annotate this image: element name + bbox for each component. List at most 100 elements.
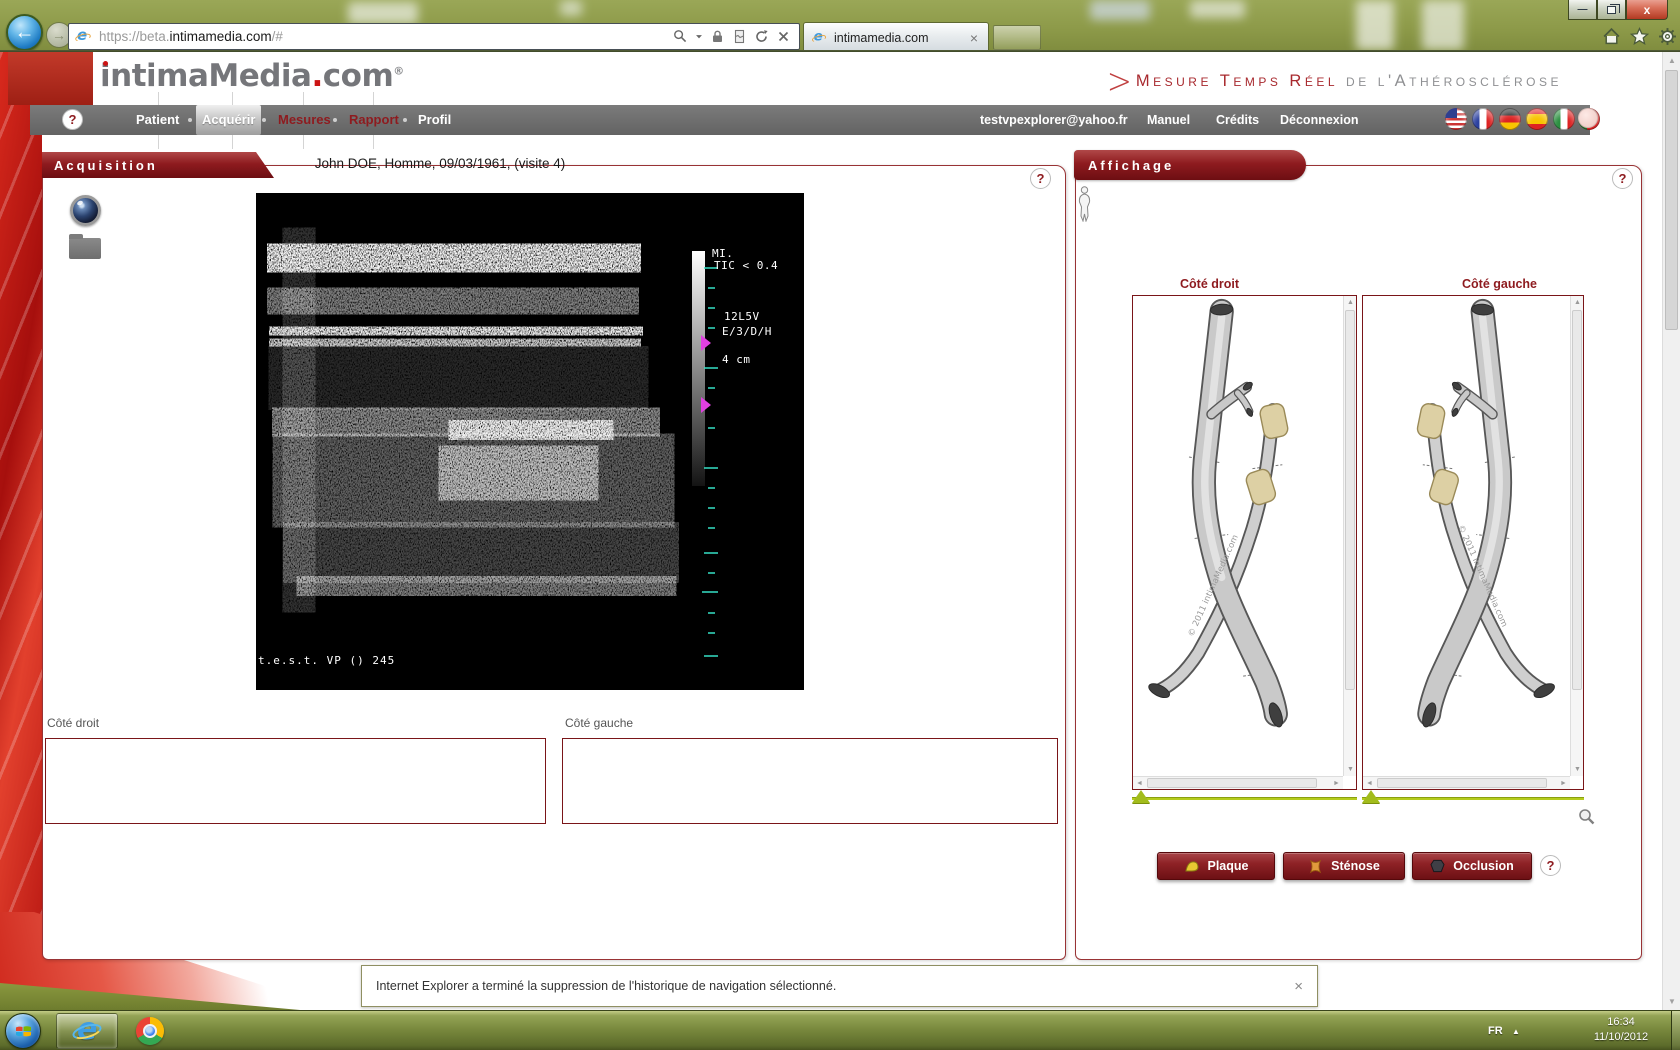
us-probe-label: 12L5V [724,310,760,323]
acq-cote-gauche-list[interactable] [562,738,1058,824]
zoom-slider-left[interactable] [1362,790,1584,806]
scroll-down-icon[interactable]: ▼ [1665,995,1679,1008]
new-tab-button[interactable] [993,25,1041,50]
notification-message: Internet Explorer a terminé la suppressi… [376,979,1294,993]
carotid-diagram-right[interactable]: © 2011 intimaMedia.com ▲ ▼ ◄ ► [1132,295,1357,790]
nav-item-rapport[interactable]: Rapport [343,105,405,135]
scroll-up-icon[interactable]: ▲ [1571,296,1584,309]
clock-time: 16:34 [1588,1015,1654,1030]
refresh-icon[interactable] [754,29,769,44]
ultrasound-image[interactable]: MI. TIC < 0.4 12L5V E/3/D/H 4 cm t.e.s.t… [256,193,804,690]
user-email[interactable]: testvpexplorer@yahoo.fr [980,105,1128,135]
nav-dot [188,118,192,122]
nav-item-deconnexion[interactable]: Déconnexion [1280,105,1359,135]
favorites-star-icon[interactable] [1630,27,1649,46]
address-bar[interactable]: e https://beta.intimamedia.com/# [68,23,800,50]
flag-es-icon[interactable] [1526,108,1548,130]
scrollbar-thumb[interactable] [1345,310,1355,690]
nav-item-manuel[interactable]: Manuel [1147,105,1190,135]
slider-handle[interactable] [1132,790,1150,803]
nav-item-mesures[interactable]: Mesures [272,105,337,135]
show-desktop-button[interactable] [1671,1011,1680,1050]
settings-gear-icon[interactable] [1658,27,1677,46]
scrollbar-thumb[interactable] [1377,778,1547,788]
scroll-right-icon[interactable]: ► [1330,777,1343,790]
page-viewport: intimaMedia.com® > Mesure Temps Réel de … [0,52,1680,1010]
scrollbar-thumb[interactable] [1665,70,1678,330]
acq-cote-droit-label: Côté droit [47,716,99,730]
tray-language[interactable]: FR [1488,1011,1503,1050]
tagline-chevron-icon: > [1107,61,1132,103]
tab-close-icon[interactable]: × [967,30,981,46]
browser-back-button[interactable]: ← [6,14,43,51]
flag-it-icon[interactable] [1553,108,1575,130]
taskbar-clock[interactable]: 16:34 11/10/2012 [1588,1015,1654,1045]
notification-close-icon[interactable]: × [1294,978,1303,995]
scrollbar-thumb[interactable] [1572,310,1582,690]
flag-fr-icon[interactable] [1472,108,1494,130]
stop-icon[interactable] [776,29,791,44]
site-tagline: > Mesure Temps Réel de l'Athérosclérose [1107,64,1562,99]
scroll-down-icon[interactable]: ▼ [1571,763,1584,776]
flag-de-icon[interactable] [1499,108,1521,130]
horizontal-scrollbar[interactable]: ◄ ► [1133,776,1343,789]
nav-item-credits[interactable]: Crédits [1216,105,1259,135]
slider-handle[interactable] [1362,790,1380,803]
site-logo[interactable]: intimaMedia.com® [100,58,404,94]
window-close-button[interactable]: x [1626,0,1668,20]
url-text[interactable]: https://beta.intimamedia.com/# [99,29,673,44]
human-figure-icon[interactable] [1076,186,1093,222]
zoom-slider-right[interactable] [1132,790,1357,806]
affichage-panel-tab: Affichage [1074,150,1306,180]
scroll-left-icon[interactable]: ◄ [1133,777,1146,790]
taskbar-ie-button[interactable]: e [56,1013,118,1049]
scroll-right-icon[interactable]: ► [1557,777,1570,790]
camera-capture-button[interactable] [70,195,101,226]
nav-item-patient[interactable]: Patient [130,105,185,135]
start-button[interactable] [5,1013,41,1049]
scrollbar-thumb[interactable] [1147,778,1317,788]
search-dropdown-icon[interactable] [695,29,703,44]
stenose-button[interactable]: Sténose [1283,852,1405,880]
us-tic-label: TIC < 0.4 [714,259,778,272]
occlusion-button[interactable]: Occlusion [1412,852,1532,880]
legend-help-button[interactable]: ? [1540,855,1561,876]
scroll-up-icon[interactable]: ▲ [1344,296,1357,309]
clock-date: 11/10/2012 [1588,1030,1654,1045]
horizontal-scrollbar[interactable]: ◄ ► [1363,776,1570,789]
search-icon[interactable] [673,29,688,44]
home-icon[interactable] [1602,27,1621,46]
scroll-left-icon[interactable]: ◄ [1363,777,1376,790]
restore-icon [1607,6,1616,14]
plaque-icon [1184,859,1200,873]
scroll-down-icon[interactable]: ▼ [1344,763,1357,776]
slider-track[interactable] [1132,797,1357,800]
nav-item-profil[interactable]: Profil [412,105,457,135]
carotid-diagram-left[interactable]: © 2011 intimaMedia.com ▲ ▼ ◄ ► [1362,295,1584,790]
nav-help-button[interactable]: ? [62,109,83,130]
taskbar-chrome-button[interactable] [124,1013,176,1049]
window-restore-button[interactable] [1597,0,1626,20]
plaque-label: Plaque [1208,859,1249,873]
acq-cote-droit-list[interactable] [45,738,546,824]
window-minimize-button[interactable]: — [1568,0,1597,20]
acquisition-help-button[interactable]: ? [1030,168,1051,189]
slider-track[interactable] [1362,797,1584,800]
tray-show-hidden-icons[interactable]: ▲ [1512,1011,1520,1050]
nav-separator-line [303,92,304,106]
logo-text: intimaMedia [100,58,311,94]
page-scrollbar[interactable]: ▲ ▼ [1662,52,1680,1010]
magnifier-icon[interactable] [1578,808,1595,825]
plaque-button[interactable]: Plaque [1157,852,1275,880]
affichage-help-button[interactable]: ? [1612,168,1633,189]
vertical-scrollbar[interactable]: ▲ ▼ [1343,296,1356,776]
browser-tab[interactable]: e intimamedia.com × [803,22,989,52]
compatibility-view-icon[interactable] [732,29,747,44]
vertical-scrollbar[interactable]: ▲ ▼ [1570,296,1583,776]
nav-item-acquerir[interactable]: Acquérir [196,105,261,135]
scroll-up-icon[interactable]: ▲ [1665,54,1679,67]
wallpaper-blob [560,0,582,16]
open-folder-button[interactable] [69,238,101,259]
taskbar: e FR ▲ 16:34 11/10/2012 [0,1010,1680,1050]
flag-us-icon[interactable] [1445,108,1467,130]
